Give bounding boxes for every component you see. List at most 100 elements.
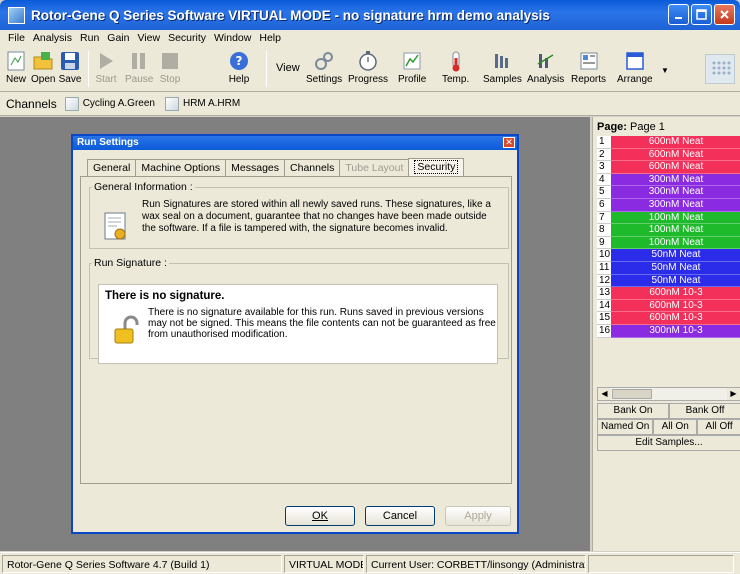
ok-button[interactable]: OK	[285, 506, 355, 526]
sample-number: 3	[597, 161, 611, 174]
analysis-button[interactable]: Analysis	[527, 50, 564, 90]
start-button[interactable]: Start	[94, 50, 118, 90]
bank-off-button[interactable]: Bank Off	[669, 403, 740, 419]
minimize-button[interactable]	[668, 4, 689, 25]
menu-gain[interactable]: Gain	[103, 32, 133, 44]
new-button[interactable]: New	[4, 50, 28, 90]
signature-heading: There is no signature.	[105, 290, 225, 302]
pause-button[interactable]: Pause	[125, 50, 153, 90]
cancel-button[interactable]: Cancel	[365, 506, 435, 526]
sample-row[interactable]: 4 300nM Neat	[597, 173, 740, 187]
tab-messages[interactable]: Messages	[225, 159, 285, 176]
title-bar: Rotor-Gene Q Series Software VIRTUAL MOD…	[0, 0, 740, 30]
maximize-button[interactable]	[691, 4, 712, 25]
sample-row[interactable]: 13 600nM 10-3	[597, 287, 740, 300]
sample-row[interactable]: 1 600nM Neat	[597, 136, 740, 149]
save-button[interactable]: Save	[58, 50, 82, 90]
open-button[interactable]: Open	[31, 50, 55, 90]
sample-row[interactable]: 5 300nM Neat	[597, 186, 740, 199]
document-seal-icon	[103, 212, 129, 242]
sample-number: 11	[597, 261, 611, 275]
play-icon	[94, 50, 118, 72]
reports-icon	[577, 50, 601, 72]
run-signature-legend: Run Signature :	[92, 257, 169, 269]
help-button[interactable]: ? Help	[227, 50, 251, 90]
channels-title: Channels	[6, 96, 57, 111]
menu-file[interactable]: File	[4, 32, 29, 44]
bank-on-button[interactable]: Bank On	[597, 403, 669, 419]
close-button[interactable]	[714, 4, 735, 25]
save-icon	[58, 50, 82, 72]
app-icon	[8, 6, 25, 24]
pause-icon	[127, 50, 151, 72]
signature-text: There is no signature available for this…	[148, 307, 496, 340]
sample-row[interactable]: 7 100nM Neat	[597, 211, 740, 225]
apply-button[interactable]: Apply	[445, 506, 511, 526]
menu-analysis[interactable]: Analysis	[29, 32, 76, 44]
channel-cycling-green[interactable]: Cycling A.Green	[64, 96, 155, 111]
stop-button[interactable]: Stop	[158, 50, 182, 90]
progress-button[interactable]: Progress	[348, 50, 388, 90]
tab-machine-options[interactable]: Machine Options	[135, 159, 226, 176]
sample-row[interactable]: 14 600nM 10-3	[597, 299, 740, 313]
open-folder-icon	[31, 50, 55, 72]
sample-number: 7	[597, 211, 611, 225]
menu-security[interactable]: Security	[164, 32, 210, 44]
sample-name: 600nM Neat	[611, 161, 740, 174]
sample-row[interactable]: 11 50nM Neat	[597, 261, 740, 275]
sample-row[interactable]: 6 300nM Neat	[597, 198, 740, 212]
sample-row[interactable]: 9 100nM Neat	[597, 236, 740, 250]
sample-row[interactable]: 3 600nM Neat	[597, 161, 740, 174]
menu-view[interactable]: View	[133, 32, 164, 44]
analysis-icon	[534, 50, 558, 72]
sample-name: 600nM Neat	[611, 148, 740, 162]
named-on-button[interactable]: Named On	[597, 419, 654, 435]
scroll-right-icon[interactable]: ▶	[727, 388, 740, 400]
all-on-button[interactable]: All On	[653, 419, 698, 435]
samples-button[interactable]: Samples	[483, 50, 522, 90]
sample-scrollbar[interactable]: ◀ ▶	[597, 387, 740, 401]
thermometer-icon	[444, 50, 468, 72]
arrange-button[interactable]: Arrange	[617, 50, 653, 90]
signature-status-box: There is no signature. There is no signa…	[98, 284, 498, 364]
sample-row[interactable]: 16 300nM 10-3	[597, 324, 740, 338]
sample-row[interactable]: 12 50nM Neat	[597, 274, 740, 288]
temp-button[interactable]: Temp.	[442, 50, 469, 90]
edit-samples-button[interactable]: Edit Samples...	[597, 435, 740, 451]
menu-run[interactable]: Run	[76, 32, 103, 44]
svg-text:?: ?	[236, 54, 243, 68]
sample-row[interactable]: 8 100nM Neat	[597, 224, 740, 237]
settings-button[interactable]: Settings	[306, 50, 342, 90]
channels-bar: Channels Cycling A.Green HRM A.HRM	[0, 92, 740, 116]
sample-row[interactable]: 10 50nM Neat	[597, 249, 740, 262]
tab-general[interactable]: General	[87, 159, 136, 176]
tab-security[interactable]: Security	[408, 158, 465, 177]
scroll-thumb[interactable]	[612, 389, 652, 399]
sample-name: 100nM Neat	[611, 224, 740, 237]
security-tab-panel: General Information : Run Signatures are…	[80, 176, 512, 484]
sample-number: 10	[597, 249, 611, 262]
menu-window[interactable]: Window	[210, 32, 255, 44]
sample-name: 100nM Neat	[611, 211, 740, 225]
chart-icon	[164, 96, 179, 111]
reports-button[interactable]: Reports	[571, 50, 606, 90]
run-signature-group: Run Signature : There is no signature. T…	[89, 257, 509, 364]
scroll-left-icon[interactable]: ◀	[598, 388, 611, 400]
sample-name: 600nM 10-3	[611, 312, 740, 325]
sample-number: 9	[597, 236, 611, 250]
menu-help[interactable]: Help	[255, 32, 285, 44]
tab-strip: General Machine Options Messages Channel…	[87, 158, 465, 177]
tab-tube-layout[interactable]: Tube Layout	[339, 159, 409, 176]
channel-hrm[interactable]: HRM A.HRM	[164, 96, 240, 111]
sample-panel: Page: Page 1 1 600nM Neat 2 600nM Neat 3 600n…	[592, 117, 740, 551]
sample-number: 1	[597, 136, 611, 149]
profile-button[interactable]: Profile	[398, 50, 426, 90]
sample-row[interactable]: 2 600nM Neat	[597, 148, 740, 162]
arrange-dropdown-icon[interactable]: ▼	[661, 66, 669, 75]
dialog-close-icon[interactable]: ✕	[503, 137, 515, 148]
tab-channels[interactable]: Channels	[284, 159, 340, 176]
all-off-button[interactable]: All Off	[697, 419, 740, 435]
toolbar: New Open Save Start Pause Stop ? Help Vi…	[0, 46, 740, 92]
sample-row[interactable]: 15 600nM 10-3	[597, 312, 740, 325]
profile-icon	[400, 50, 424, 72]
